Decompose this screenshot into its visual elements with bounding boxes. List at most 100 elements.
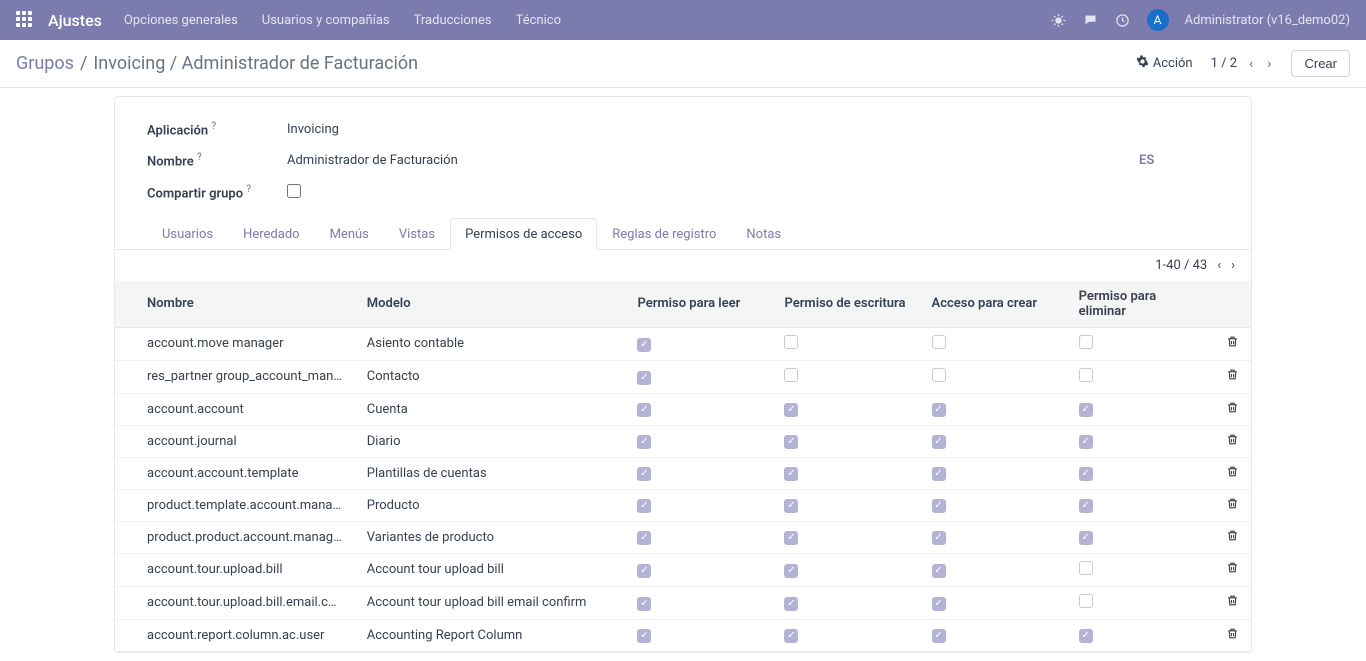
checkbox-icon[interactable] [784,531,798,545]
inner-pager-next-icon[interactable]: › [1231,258,1235,273]
cell-name[interactable]: account.tour.upload.bill.email.conf… [115,586,355,619]
checkbox-icon[interactable] [1079,435,1093,449]
trash-icon[interactable] [1226,629,1239,644]
cell-model[interactable]: Plantillas de cuentas [355,457,626,489]
tab-menus[interactable]: Menús [315,218,384,250]
trash-icon[interactable] [1226,467,1239,482]
checkbox-icon[interactable] [637,338,651,352]
checkbox-icon[interactable] [784,629,798,643]
checkbox-icon[interactable] [932,467,946,481]
cell-model[interactable]: Accounting Report Column [355,619,626,651]
cell-name[interactable]: account.move manager [115,327,355,360]
pager-prev-icon[interactable]: ‹ [1247,56,1255,72]
action-button[interactable]: Acción [1136,55,1193,72]
inner-pager-prev-icon[interactable]: ‹ [1217,258,1221,273]
trash-icon[interactable] [1226,499,1239,514]
checkbox-icon[interactable] [784,368,798,382]
cell-name[interactable]: account.report.column.ac.user [115,619,355,651]
tab-usuarios[interactable]: Usuarios [147,218,228,250]
cell-model[interactable]: Account tour upload bill email confirm [355,586,626,619]
checkbox-icon[interactable] [637,531,651,545]
cell-name[interactable]: account.account.template [115,457,355,489]
checkbox-icon[interactable] [784,467,798,481]
tab-reglas[interactable]: Reglas de registro [597,218,731,250]
bug-icon[interactable] [1051,12,1067,28]
checkbox-icon[interactable] [637,629,651,643]
avatar[interactable]: A [1147,9,1169,31]
cell-name[interactable]: account.account [115,393,355,425]
cell-name[interactable]: account.tour.upload.bill [115,553,355,586]
tab-vistas[interactable]: Vistas [384,218,450,250]
checkbox-icon[interactable] [1079,594,1093,608]
th-delete[interactable]: Permiso para eliminar [1067,281,1214,328]
checkbox-icon[interactable] [932,531,946,545]
checkbox-icon[interactable] [1079,531,1093,545]
checkbox-icon[interactable] [637,597,651,611]
checkbox-icon[interactable] [637,403,651,417]
cell-model[interactable]: Producto [355,489,626,521]
app-value[interactable]: Invoicing [287,122,1139,137]
th-write[interactable]: Permiso de escritura [772,281,919,328]
pager-next-icon[interactable]: › [1265,56,1273,72]
menu-item-translations[interactable]: Traducciones [414,13,492,28]
activity-icon[interactable] [1115,12,1131,28]
checkbox-icon[interactable] [637,435,651,449]
menu-item-general[interactable]: Opciones generales [124,13,238,28]
checkbox-icon[interactable] [932,335,946,349]
checkbox-icon[interactable] [932,597,946,611]
table-row[interactable]: product.template.account.managerProducto [115,489,1251,521]
checkbox-icon[interactable] [932,435,946,449]
tab-heredado[interactable]: Heredado [228,218,315,250]
checkbox-icon[interactable] [1079,629,1093,643]
checkbox-icon[interactable] [784,435,798,449]
checkbox-icon[interactable] [784,564,798,578]
th-read[interactable]: Permiso para leer [625,281,772,328]
checkbox-icon[interactable] [637,499,651,513]
cell-model[interactable]: Asiento contable [355,327,626,360]
cell-model[interactable]: Contacto [355,360,626,393]
checkbox-icon[interactable] [932,403,946,417]
trash-icon[interactable] [1226,403,1239,418]
checkbox-icon[interactable] [784,597,798,611]
trash-icon[interactable] [1226,370,1239,385]
cell-model[interactable]: Cuenta [355,393,626,425]
table-row[interactable]: account.accountCuenta [115,393,1251,425]
brand[interactable]: Ajustes [48,11,102,30]
checkbox-icon[interactable] [1079,368,1093,382]
checkbox-icon[interactable] [784,403,798,417]
breadcrumb-root[interactable]: Grupos [16,53,74,74]
checkbox-icon[interactable] [784,499,798,513]
cell-name[interactable]: product.template.account.manager [115,489,355,521]
checkbox-icon[interactable] [1079,561,1093,575]
cell-name[interactable]: res_partner group_account_mana… [115,360,355,393]
table-row[interactable]: account.tour.upload.billAccount tour upl… [115,553,1251,586]
trash-icon[interactable] [1226,563,1239,578]
table-row[interactable]: product.product.account.managerVariantes… [115,521,1251,553]
table-row[interactable]: account.report.column.ac.userAccounting … [115,619,1251,651]
checkbox-icon[interactable] [637,371,651,385]
create-button[interactable]: Crear [1291,50,1350,77]
checkbox-icon[interactable] [1079,467,1093,481]
lang-tag[interactable]: ES [1139,153,1219,168]
tab-notas[interactable]: Notas [731,218,796,250]
table-row[interactable]: account.account.templatePlantillas de cu… [115,457,1251,489]
th-name[interactable]: Nombre [115,281,355,328]
checkbox-icon[interactable] [932,368,946,382]
checkbox-icon[interactable] [1079,403,1093,417]
menu-item-technical[interactable]: Técnico [516,13,561,28]
table-row[interactable]: account.move managerAsiento contable [115,327,1251,360]
th-create[interactable]: Acceso para crear [920,281,1067,328]
apps-icon[interactable] [16,11,34,29]
cell-name[interactable]: account.journal [115,425,355,457]
table-row[interactable]: res_partner group_account_mana…Contacto [115,360,1251,393]
checkbox-icon[interactable] [1079,335,1093,349]
checkbox-icon[interactable] [637,467,651,481]
checkbox-icon[interactable] [932,629,946,643]
username[interactable]: Administrator (v16_demo02) [1185,13,1350,28]
trash-icon[interactable] [1226,531,1239,546]
checkbox-icon[interactable] [637,564,651,578]
cell-model[interactable]: Variantes de producto [355,521,626,553]
share-checkbox[interactable] [287,184,301,198]
checkbox-icon[interactable] [932,564,946,578]
table-row[interactable]: account.tour.upload.bill.email.conf…Acco… [115,586,1251,619]
